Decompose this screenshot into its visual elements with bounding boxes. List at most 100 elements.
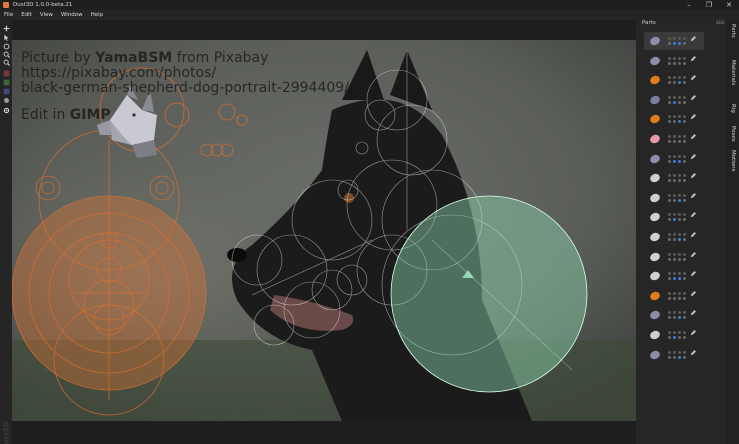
- part-toggle[interactable]: [678, 350, 681, 354]
- part-toggle[interactable]: [683, 238, 686, 241]
- part-toggle[interactable]: [673, 76, 676, 80]
- part-toggle[interactable]: [683, 233, 686, 236]
- part-toggle[interactable]: [673, 154, 676, 158]
- part-row[interactable]: [644, 130, 704, 148]
- part-toggle[interactable]: [673, 140, 676, 143]
- part-row[interactable]: [644, 228, 704, 246]
- radius-icon[interactable]: [2, 96, 10, 104]
- part-toggle[interactable]: [668, 272, 671, 276]
- part-toggle[interactable]: [678, 355, 681, 359]
- part-toggle[interactable]: [673, 42, 676, 45]
- part-toggle[interactable]: [678, 193, 681, 197]
- part-toggle[interactable]: [668, 233, 671, 236]
- x-mirror-icon[interactable]: [2, 69, 10, 77]
- part-toggle[interactable]: [668, 213, 671, 217]
- part-toggle[interactable]: [673, 61, 676, 65]
- edit-part-icon[interactable]: [690, 114, 696, 122]
- part-toggle[interactable]: [683, 198, 686, 202]
- part-toggle[interactable]: [673, 95, 676, 99]
- part-toggle[interactable]: [678, 61, 681, 65]
- part-toggle[interactable]: [683, 174, 686, 178]
- part-toggle[interactable]: [668, 135, 671, 138]
- part-toggle[interactable]: [673, 213, 676, 217]
- model-canvas[interactable]: Picture by YamaBSM from Pixabay https://…: [12, 40, 636, 421]
- tab-motions[interactable]: Motions: [726, 150, 739, 182]
- part-toggle[interactable]: [668, 120, 671, 124]
- part-toggle[interactable]: [683, 257, 686, 261]
- part-toggle[interactable]: [678, 81, 681, 85]
- part-toggle[interactable]: [678, 140, 681, 143]
- part-toggle[interactable]: [678, 331, 681, 334]
- part-row[interactable]: [644, 287, 704, 305]
- part-toggle[interactable]: [678, 238, 681, 241]
- select-icon[interactable]: [2, 33, 10, 41]
- part-toggle[interactable]: [678, 37, 681, 40]
- part-toggle[interactable]: [668, 238, 671, 241]
- part-toggle[interactable]: [668, 198, 671, 202]
- part-toggle[interactable]: [668, 291, 671, 295]
- part-row[interactable]: [644, 150, 704, 168]
- part-toggle[interactable]: [678, 154, 681, 158]
- part-toggle[interactable]: [683, 331, 686, 334]
- part-toggle[interactable]: [678, 277, 681, 281]
- part-toggle[interactable]: [668, 140, 671, 143]
- part-toggle[interactable]: [668, 336, 671, 339]
- part-toggle[interactable]: [683, 213, 686, 217]
- edit-part-icon[interactable]: [690, 290, 696, 299]
- part-toggle[interactable]: [683, 291, 686, 295]
- part-toggle[interactable]: [668, 193, 671, 197]
- part-toggle[interactable]: [683, 193, 686, 197]
- part-toggle[interactable]: [678, 100, 681, 104]
- part-toggle[interactable]: [683, 81, 686, 85]
- part-toggle[interactable]: [683, 120, 686, 124]
- part-toggle[interactable]: [673, 257, 676, 261]
- part-toggle[interactable]: [673, 135, 676, 138]
- part-toggle[interactable]: [668, 331, 671, 334]
- edit-part-icon[interactable]: [690, 212, 696, 220]
- part-toggle[interactable]: [678, 135, 681, 138]
- close-button[interactable]: ✕: [719, 0, 739, 10]
- part-toggle[interactable]: [683, 272, 686, 276]
- part-toggle[interactable]: [673, 296, 676, 300]
- part-toggle[interactable]: [678, 218, 681, 222]
- part-toggle[interactable]: [673, 218, 676, 222]
- part-toggle[interactable]: [683, 115, 686, 119]
- part-toggle[interactable]: [668, 56, 671, 60]
- part-toggle[interactable]: [673, 174, 676, 178]
- edit-part-icon[interactable]: [690, 310, 696, 318]
- part-toggle[interactable]: [673, 100, 676, 104]
- edit-part-icon[interactable]: [690, 232, 696, 240]
- part-toggle[interactable]: [673, 81, 676, 85]
- tab-parts[interactable]: Parts: [726, 24, 739, 52]
- part-toggle[interactable]: [668, 115, 671, 119]
- part-toggle[interactable]: [673, 193, 676, 197]
- edit-part-icon[interactable]: [690, 36, 696, 44]
- part-toggle[interactable]: [678, 311, 681, 315]
- part-row[interactable]: [644, 110, 704, 128]
- part-toggle[interactable]: [683, 37, 686, 40]
- part-toggle[interactable]: [668, 350, 671, 354]
- part-toggle[interactable]: [683, 350, 686, 354]
- part-toggle[interactable]: [673, 272, 676, 276]
- part-row[interactable]: [644, 52, 704, 70]
- part-row[interactable]: [644, 208, 704, 226]
- part-toggle[interactable]: [673, 336, 676, 339]
- part-toggle[interactable]: [678, 56, 681, 60]
- part-toggle[interactable]: [673, 198, 676, 202]
- part-row[interactable]: [644, 346, 704, 364]
- edit-part-icon[interactable]: [690, 173, 696, 181]
- tab-materials[interactable]: Materials: [726, 60, 739, 100]
- menu-window[interactable]: Window: [61, 12, 83, 18]
- part-toggle[interactable]: [668, 159, 671, 163]
- part-toggle[interactable]: [668, 179, 671, 183]
- part-toggle[interactable]: [673, 252, 676, 256]
- part-row[interactable]: [644, 91, 704, 109]
- part-toggle[interactable]: [668, 174, 671, 178]
- part-toggle[interactable]: [673, 331, 676, 334]
- edit-part-icon[interactable]: [690, 134, 696, 142]
- tab-poses[interactable]: Poses: [726, 126, 739, 150]
- tab-rig[interactable]: Rig: [726, 104, 739, 120]
- part-toggle[interactable]: [678, 336, 681, 339]
- part-toggle[interactable]: [678, 233, 681, 236]
- part-row[interactable]: [644, 189, 704, 207]
